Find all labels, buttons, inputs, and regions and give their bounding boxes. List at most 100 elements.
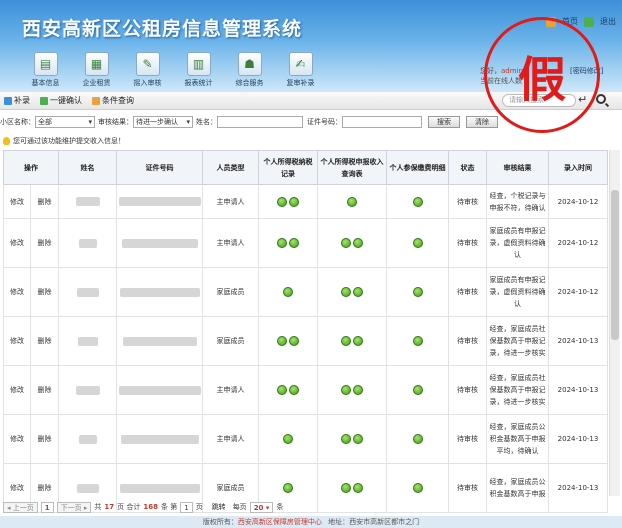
footer-address: 地址：西安市高新区都市之门 bbox=[328, 518, 420, 526]
upload-icon[interactable] bbox=[341, 287, 351, 297]
edit-link[interactable]: 修改 bbox=[3, 414, 31, 464]
data-table: 操作 姓名 证件号码 人员类型 个人所得税纳税记录 个人所得税申报收入查询表 个… bbox=[3, 150, 608, 513]
id-cell bbox=[116, 184, 203, 219]
upload-icon[interactable] bbox=[289, 385, 299, 395]
upload-icon[interactable] bbox=[289, 196, 299, 207]
upload-icon[interactable] bbox=[277, 196, 287, 207]
upload-icon[interactable] bbox=[353, 238, 363, 248]
nav-item-enterprise-lease[interactable]: ▦ 企业租赁 bbox=[71, 52, 122, 88]
upload-icon[interactable] bbox=[412, 287, 423, 297]
per-page-select[interactable]: 20 ▾ bbox=[249, 501, 274, 513]
scrollbar-thumb[interactable] bbox=[611, 190, 619, 340]
search-button[interactable]: 搜索 bbox=[428, 115, 460, 128]
condition-query-button[interactable]: 条件查询 bbox=[92, 95, 134, 106]
upload-icon[interactable] bbox=[289, 336, 299, 346]
nav-item-basic-info[interactable]: ▤ 基本信息 bbox=[20, 52, 71, 88]
nav-item-recheck[interactable]: ✍ 复审补录 bbox=[275, 52, 326, 88]
supplement-button[interactable]: 补录 bbox=[4, 95, 30, 106]
upload-icon[interactable] bbox=[277, 336, 287, 346]
report-icon: ▥ bbox=[186, 52, 211, 76]
upload-icon[interactable] bbox=[289, 238, 299, 248]
edit-link[interactable]: 修改 bbox=[3, 365, 31, 415]
audit-select[interactable]: 待进一步确认 ▾ bbox=[133, 115, 193, 128]
clear-button[interactable]: 清除 bbox=[466, 115, 498, 128]
type-cell: 主申请人 bbox=[202, 414, 259, 464]
redacted-name bbox=[78, 238, 97, 248]
upload-icon[interactable] bbox=[412, 336, 423, 346]
edit-link[interactable]: 修改 bbox=[3, 184, 31, 219]
table-row: 修改 删除 家庭成员 待审核 家庭成员有申报记录，虚假资料待确认 2024-10-12 bbox=[3, 267, 608, 317]
prev-page-button[interactable]: ◂ 上一页 bbox=[3, 501, 38, 513]
jump-button[interactable]: 跳转 bbox=[212, 502, 226, 512]
per-page-value: 20 bbox=[253, 503, 264, 512]
col-header: 审核结果 bbox=[486, 150, 549, 185]
community-select[interactable]: 全部 ▾ bbox=[35, 115, 95, 128]
nav-item-review[interactable]: ✎ 摇入审核 bbox=[122, 52, 173, 88]
delete-link[interactable]: 删除 bbox=[30, 184, 59, 219]
upload-icon[interactable] bbox=[283, 483, 293, 493]
logout-icon[interactable] bbox=[584, 16, 594, 27]
upload-icon[interactable] bbox=[347, 196, 357, 207]
delete-link[interactable]: 删除 bbox=[30, 267, 59, 317]
upload-icon[interactable] bbox=[283, 287, 293, 297]
batch-confirm-button[interactable]: 一键确认 bbox=[40, 95, 82, 106]
supplement-label: 补录 bbox=[14, 96, 30, 105]
table-scrollbar[interactable] bbox=[609, 150, 620, 496]
remark-cell: 经查，家庭成员社保基数高于申报记录，待进一步核实 bbox=[486, 365, 549, 415]
name-cell bbox=[58, 218, 117, 268]
upload-icon[interactable] bbox=[341, 385, 351, 395]
upload-icon[interactable] bbox=[353, 434, 363, 444]
edit-link[interactable]: 修改 bbox=[3, 267, 31, 317]
upload-icon[interactable] bbox=[412, 385, 423, 395]
redacted-id bbox=[119, 287, 200, 297]
insurance-cell bbox=[386, 414, 449, 464]
upload-icon[interactable] bbox=[353, 287, 363, 297]
audit-label: 审核结果： bbox=[98, 117, 133, 126]
chevron-down-icon: ▾ bbox=[88, 117, 92, 126]
upload-icon[interactable] bbox=[341, 238, 351, 248]
search-icon[interactable] bbox=[596, 94, 606, 104]
nav-label: 摇入审核 bbox=[133, 79, 162, 87]
upload-icon[interactable] bbox=[353, 336, 363, 346]
id-cell bbox=[116, 414, 203, 464]
upload-icon[interactable] bbox=[412, 196, 423, 207]
upload-icon[interactable] bbox=[277, 238, 287, 248]
nav-item-report[interactable]: ▥ 报表统计 bbox=[173, 52, 224, 88]
id-input[interactable] bbox=[342, 115, 422, 128]
remark-cell: 经查，家庭成员公积金基数高于申报平均，待确认 bbox=[486, 414, 549, 464]
upload-icon[interactable] bbox=[353, 385, 363, 395]
id-cell bbox=[116, 365, 203, 415]
jump-page-input[interactable]: 1 bbox=[180, 501, 193, 513]
delete-link[interactable]: 删除 bbox=[30, 365, 59, 415]
current-page[interactable]: 1 bbox=[40, 501, 54, 513]
edit-link[interactable]: 修改 bbox=[3, 316, 31, 366]
nav-label: 基本信息 bbox=[31, 79, 60, 87]
upload-icon[interactable] bbox=[277, 385, 287, 395]
income-query-cell bbox=[317, 267, 387, 317]
delete-link[interactable]: 删除 bbox=[30, 316, 59, 366]
upload-icon[interactable] bbox=[412, 483, 423, 493]
upload-icon[interactable] bbox=[283, 434, 293, 444]
nav-item-service[interactable]: ☗ 综合服务 bbox=[224, 52, 275, 88]
name-input[interactable] bbox=[217, 115, 303, 128]
status-cell: 待审核 bbox=[448, 316, 487, 366]
pager-text: 条 bbox=[276, 503, 284, 511]
next-page-button[interactable]: 下一页 ▸ bbox=[56, 501, 92, 513]
edit-link[interactable]: 修改 bbox=[3, 218, 31, 268]
upload-icon[interactable] bbox=[412, 434, 423, 444]
upload-icon[interactable] bbox=[412, 238, 423, 248]
redacted-id bbox=[120, 434, 199, 444]
income-query-cell bbox=[317, 218, 387, 268]
col-header: 姓名 bbox=[58, 150, 117, 185]
upload-icon[interactable] bbox=[341, 434, 351, 444]
upload-icon[interactable] bbox=[341, 483, 351, 493]
upload-icon[interactable] bbox=[353, 483, 363, 493]
name-cell bbox=[58, 267, 117, 317]
id-label: 证件号码： bbox=[307, 117, 342, 126]
upload-icon[interactable] bbox=[341, 336, 351, 346]
delete-link[interactable]: 删除 bbox=[30, 218, 59, 268]
date-cell: 2024-10-13 bbox=[548, 316, 608, 366]
delete-link[interactable]: 删除 bbox=[30, 414, 59, 464]
pager-text: 每页 bbox=[232, 503, 247, 511]
logout-link[interactable]: 退出 bbox=[600, 16, 616, 27]
